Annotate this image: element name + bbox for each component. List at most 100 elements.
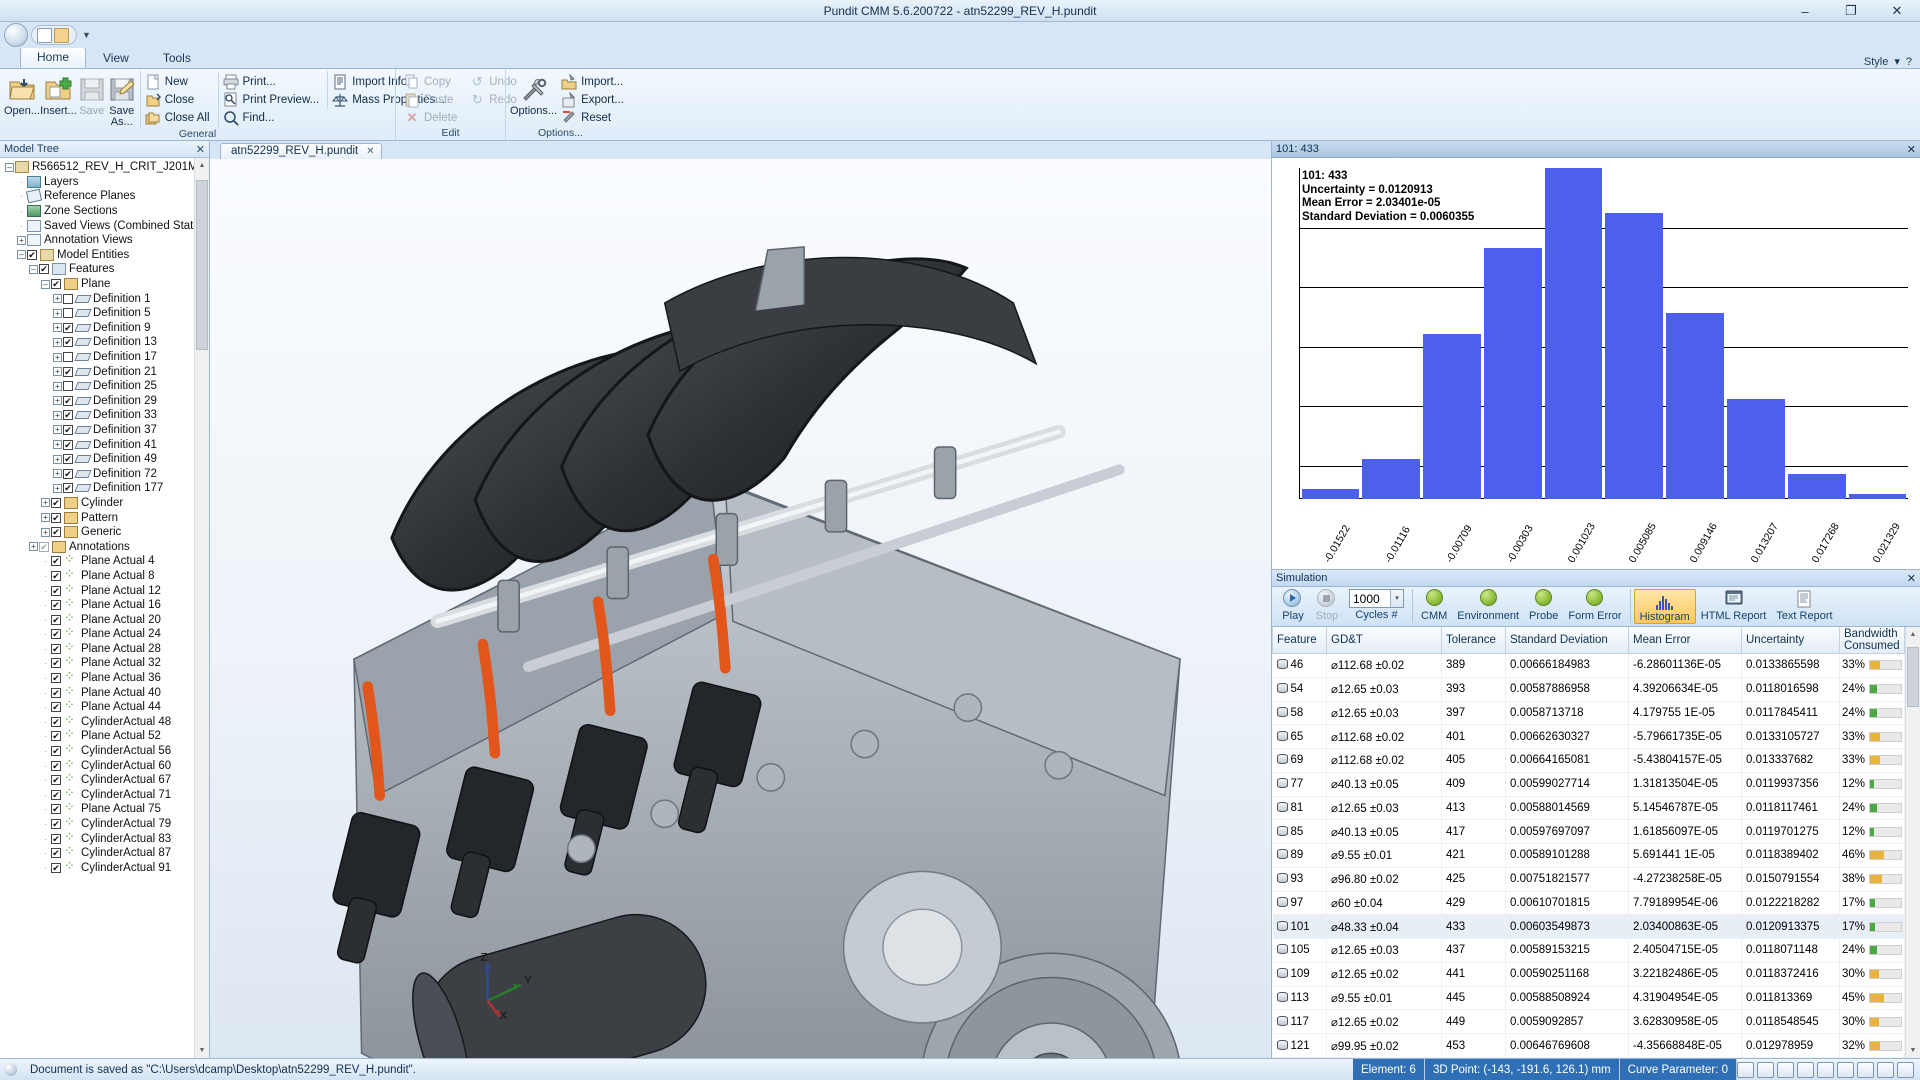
tree-checkbox[interactable]: ✔ [39,541,49,552]
minimize-button[interactable]: – [1782,0,1828,22]
column-header[interactable]: Tolerance [1441,627,1506,654]
table-row[interactable]: 109 ⌀12.65 ±0.02 441 0.00590251168 3.2218248… [1272,962,1905,987]
view-tool-icon-1[interactable] [1737,1061,1754,1078]
scrollbar-thumb[interactable] [1907,647,1919,707]
toggle-probe[interactable]: Probe [1524,589,1563,622]
close-icon[interactable]: ✕ [366,146,374,157]
column-header[interactable]: Standard Deviation [1505,627,1629,654]
tree-checkbox[interactable]: ✔ [51,862,61,873]
scroll-up-icon[interactable]: ▲ [1906,627,1920,642]
export-options-button[interactable]: Export... [559,91,630,109]
tree-checkbox[interactable]: ✔ [63,322,73,333]
tree-node[interactable]: + ✔ Annotations [0,539,194,554]
reset-options-button[interactable]: Reset [559,109,630,127]
tree-checkbox[interactable]: ✔ [63,439,73,450]
chevron-down-icon[interactable]: ▼ [82,30,91,40]
tree-node[interactable]: · Reference Planes [0,189,194,204]
tree-node[interactable]: + ✔ Definition 37 [0,423,194,438]
close-all-button[interactable]: Close All [143,109,216,127]
tree-node[interactable]: + ✔ Definition 21 [0,364,194,379]
play-button[interactable]: Play [1276,589,1310,622]
tree-checkbox[interactable]: ✔ [51,512,61,523]
tree-node[interactable]: · Zone Sections [0,204,194,219]
tree-node[interactable]: · ✔ Plane Actual 44 [0,697,194,715]
tree-node[interactable]: + ✔ Definition 49 [0,452,194,467]
tree-checkbox[interactable]: ✔ [51,658,61,669]
options-button[interactable]: Options... [510,71,557,117]
simulation-table[interactable]: Feature GD&T Tolerance Standard Deviation Me… [1272,627,1905,1058]
histogram-chart[interactable]: 101: 433 Uncertainty = 0.0120913 Mean Er… [1272,158,1920,570]
tree-node[interactable]: + ✔ Cylinder [0,496,194,511]
tree-node[interactable]: + ✔ Definition 29 [0,394,194,409]
tree-checkbox[interactable]: ✔ [63,483,73,494]
tree-checkbox[interactable]: ✔ [27,249,37,260]
column-header[interactable]: Uncertainty [1741,627,1840,654]
tab-tools[interactable]: Tools [146,48,208,68]
tree-checkbox[interactable]: ✔ [51,789,61,800]
maximize-button[interactable]: ❐ [1828,0,1874,22]
tree-node[interactable]: · ✔ Plane Actual 24 [0,624,194,642]
tree-checkbox[interactable] [63,352,73,363]
document-tab[interactable]: atn52299_REV_H.pundit ✕ [220,143,382,159]
tree-node[interactable]: · ✔ CylinderActual 71 [0,785,194,803]
copy-button[interactable]: Copy [402,73,463,91]
tree-node[interactable]: · ✔ CylinderActual 87 [0,843,194,861]
scroll-up-icon[interactable]: ▲ [195,158,209,173]
tree-checkbox[interactable]: ✔ [51,804,61,815]
view-tool-icon-9[interactable] [1897,1061,1914,1078]
tree-node[interactable]: · ✔ Plane Actual 75 [0,799,194,817]
tree-node[interactable]: – ✔ Features [0,262,194,277]
tree-checkbox[interactable] [63,308,73,319]
tree-checkbox[interactable]: ✔ [51,585,61,596]
tree-node[interactable]: – ✔ Plane [0,277,194,292]
tree-checkbox[interactable]: ✔ [51,775,61,786]
column-header[interactable]: Mean Error [1628,627,1742,654]
toggle-form-error[interactable]: Form Error [1563,589,1626,622]
tree-checkbox[interactable]: ✔ [63,454,73,465]
print-preview-button[interactable]: Print Preview... [221,91,326,109]
scroll-down-icon[interactable]: ▼ [195,1043,209,1058]
tree-node[interactable]: · ✔ Plane Actual 4 [0,551,194,569]
tree-checkbox[interactable]: ✔ [63,395,73,406]
tree-node[interactable]: – ✔ Model Entities [0,248,194,263]
tree-checkbox[interactable]: ✔ [51,629,61,640]
tree-checkbox[interactable]: ✔ [51,643,61,654]
tree-checkbox[interactable]: ✔ [51,716,61,727]
stop-button[interactable]: Stop [1310,589,1344,622]
tree-checkbox[interactable] [63,293,73,304]
tree-checkbox[interactable]: ✔ [51,527,61,538]
cycles-stepper[interactable]: ▾ Cycles # [1344,589,1409,621]
tree-node[interactable]: · ✔ Plane Actual 20 [0,610,194,627]
tree-node[interactable]: · ✔ CylinderActual 48 [0,712,194,730]
3d-viewport[interactable]: Z Y X [210,159,1271,1058]
tab-view[interactable]: View [86,48,146,68]
tree-checkbox[interactable]: ✔ [63,468,73,479]
application-orb-icon[interactable] [4,23,28,47]
view-tool-icon-3[interactable] [1777,1061,1794,1078]
close-icon[interactable]: ✕ [1907,572,1916,585]
cycles-input-wrapper[interactable]: ▾ [1349,589,1404,608]
tree-checkbox[interactable]: ✔ [51,600,61,611]
tree-node[interactable]: · ✔ Plane Actual 36 [0,668,194,686]
model-tree-scrollbar[interactable]: ▲ ▼ [194,158,209,1058]
tree-node[interactable]: + ✔ Definition 13 [0,335,194,350]
tree-checkbox[interactable]: ✔ [63,337,73,348]
tree-checkbox[interactable]: ✔ [51,673,61,684]
tab-home[interactable]: Home [20,47,87,68]
tree-checkbox[interactable]: ✔ [51,687,61,698]
tree-node[interactable]: · ✔ CylinderActual 60 [0,756,194,773]
chevron-down-icon[interactable]: ▾ [1390,590,1403,607]
tree-checkbox[interactable]: ✔ [63,366,73,377]
tree-checkbox[interactable]: ✔ [51,746,61,757]
view-tool-icon-6[interactable] [1837,1061,1854,1078]
table-row[interactable]: 121 ⌀99.95 ±0.02 453 0.00646769608 -4.356688… [1272,1033,1905,1058]
table-row[interactable]: 85 ⌀40.13 ±0.05 417 0.00597697097 1.61856097… [1272,819,1905,844]
tree-checkbox[interactable]: ✔ [51,819,61,830]
import-options-button[interactable]: Import... [559,73,630,91]
column-header[interactable]: GD&T [1326,627,1442,654]
tree-checkbox[interactable]: ✔ [63,410,73,421]
new-document-icon[interactable] [37,27,52,43]
tree-node[interactable]: + ✔ Pattern [0,510,194,525]
tree-checkbox[interactable]: ✔ [51,614,61,625]
column-header[interactable]: Bandwidth Consumed [1839,627,1905,654]
